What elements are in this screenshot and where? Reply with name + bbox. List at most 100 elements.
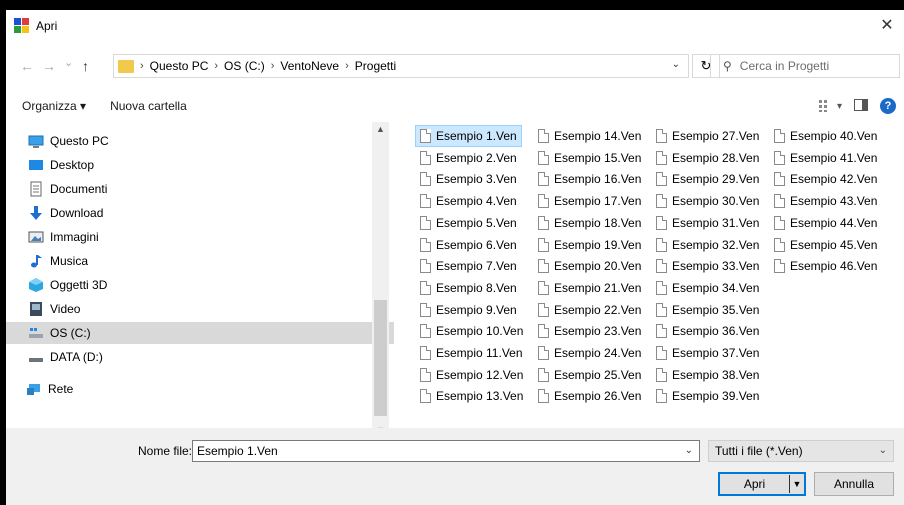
- breadcrumb-progetti[interactable]: Progetti: [355, 59, 396, 73]
- drive-d-icon: [28, 349, 44, 365]
- scrollbar-thumb[interactable]: [374, 300, 387, 416]
- file-item[interactable]: Esempio 2.Ven: [416, 148, 521, 168]
- up-arrow-icon[interactable]: ↑: [82, 58, 89, 74]
- file-item[interactable]: Esempio 13.Ven: [416, 386, 527, 406]
- file-item[interactable]: Esempio 10.Ven: [416, 321, 527, 341]
- file-item[interactable]: Esempio 35.Ven: [652, 300, 763, 320]
- images-icon: [28, 229, 44, 245]
- breadcrumb-ventoneve[interactable]: VentoNeve: [280, 59, 339, 73]
- file-item[interactable]: Esempio 11.Ven: [416, 343, 527, 363]
- address-dropdown-icon[interactable]: ⌄: [672, 59, 680, 70]
- file-item[interactable]: Esempio 19.Ven: [534, 235, 645, 255]
- file-item[interactable]: Esempio 36.Ven: [652, 321, 763, 341]
- open-button[interactable]: Apri ▼: [718, 472, 806, 496]
- close-button[interactable]: ✕: [876, 16, 898, 36]
- file-item[interactable]: Esempio 7.Ven: [416, 256, 521, 276]
- organize-menu[interactable]: Organizza ▾: [22, 99, 86, 113]
- sidebar-item-os-c[interactable]: OS (C:): [6, 322, 394, 344]
- file-item[interactable]: Esempio 25.Ven: [534, 365, 645, 385]
- sidebar-item-desktop[interactable]: Desktop: [6, 154, 394, 176]
- file-item[interactable]: Esempio 39.Ven: [652, 386, 763, 406]
- file-item[interactable]: Esempio 33.Ven: [652, 256, 763, 276]
- file-item[interactable]: Esempio 4.Ven: [416, 191, 521, 211]
- file-item[interactable]: Esempio 18.Ven: [534, 213, 645, 233]
- file-item[interactable]: Esempio 6.Ven: [416, 235, 521, 255]
- file-item[interactable]: Esempio 31.Ven: [652, 213, 763, 233]
- sidebar-item-video[interactable]: Video: [6, 298, 394, 320]
- preview-pane-icon[interactable]: [854, 98, 868, 114]
- file-name: Esempio 29.Ven: [672, 172, 760, 187]
- file-item[interactable]: Esempio 1.Ven: [415, 125, 522, 147]
- file-item[interactable]: Esempio 22.Ven: [534, 300, 645, 320]
- file-item[interactable]: Esempio 37.Ven: [652, 343, 763, 363]
- sidebar-item-data-d[interactable]: DATA (D:): [6, 346, 394, 368]
- file-name: Esempio 7.Ven: [436, 259, 517, 274]
- file-item[interactable]: Esempio 44.Ven: [770, 213, 881, 233]
- recent-locations-icon[interactable]: ⌄: [64, 56, 73, 69]
- file-item[interactable]: Esempio 9.Ven: [416, 300, 521, 320]
- address-bar[interactable]: › Questo PC › OS (C:) › VentoNeve › Prog…: [113, 54, 689, 78]
- file-item[interactable]: Esempio 17.Ven: [534, 191, 645, 211]
- filename-dropdown-icon[interactable]: ⌄: [685, 445, 693, 456]
- file-item[interactable]: Esempio 38.Ven: [652, 365, 763, 385]
- file-name: Esempio 17.Ven: [554, 194, 642, 209]
- breadcrumb-questo-pc[interactable]: Questo PC: [150, 59, 209, 73]
- file-item[interactable]: Esempio 23.Ven: [534, 321, 645, 341]
- back-arrow-icon[interactable]: ←: [20, 58, 34, 74]
- file-item[interactable]: Esempio 28.Ven: [652, 148, 763, 168]
- file-item[interactable]: Esempio 27.Ven: [652, 126, 763, 146]
- file-item[interactable]: Esempio 12.Ven: [416, 365, 527, 385]
- file-item[interactable]: Esempio 32.Ven: [652, 235, 763, 255]
- file-item[interactable]: Esempio 15.Ven: [534, 148, 645, 168]
- search-input[interactable]: ⚲ Cerca in Progetti: [710, 54, 900, 78]
- sidebar-item-questo-pc[interactable]: Questo PC: [6, 130, 394, 152]
- file-item[interactable]: Esempio 8.Ven: [416, 278, 521, 298]
- help-icon[interactable]: ?: [880, 98, 896, 114]
- file-item[interactable]: Esempio 43.Ven: [770, 191, 881, 211]
- file-item[interactable]: Esempio 20.Ven: [534, 256, 645, 276]
- sidebar-item-rete[interactable]: Rete: [6, 378, 392, 400]
- file-item[interactable]: Esempio 40.Ven: [770, 126, 881, 146]
- file-item[interactable]: Esempio 24.Ven: [534, 343, 645, 363]
- sidebar-item-label: Musica: [50, 254, 89, 268]
- open-dialog: Apri ✕ ← → ⌄ ↑ › Questo PC › OS (C:) › V…: [6, 10, 904, 505]
- file-item[interactable]: Esempio 16.Ven: [534, 169, 645, 189]
- file-name: Esempio 12.Ven: [436, 367, 524, 382]
- new-folder-button[interactable]: Nuova cartella: [110, 99, 187, 113]
- file-item[interactable]: Esempio 42.Ven: [770, 169, 881, 189]
- file-icon: [656, 129, 667, 143]
- forward-arrow-icon[interactable]: →: [42, 58, 56, 74]
- sidebar-item-download[interactable]: Download: [6, 202, 394, 224]
- file-item[interactable]: Esempio 30.Ven: [652, 191, 763, 211]
- file-item[interactable]: Esempio 26.Ven: [534, 386, 645, 406]
- file-item[interactable]: Esempio 41.Ven: [770, 148, 881, 168]
- view-options-icon[interactable]: ▾: [818, 100, 842, 112]
- file-type-select[interactable]: Tutti i file (*.Ven) ⌄: [708, 440, 894, 462]
- file-name: Esempio 37.Ven: [672, 346, 760, 360]
- file-name: Esempio 40.Ven: [790, 129, 878, 143]
- file-item[interactable]: Esempio 46.Ven: [770, 256, 881, 276]
- scroll-up-icon[interactable]: ▲: [372, 124, 389, 134]
- network-icon: [26, 381, 42, 397]
- file-item[interactable]: Esempio 45.Ven: [770, 235, 881, 255]
- file-item[interactable]: Esempio 21.Ven: [534, 278, 645, 298]
- sidebar-scrollbar[interactable]: ▲ ▼: [372, 122, 389, 440]
- file-icon: [538, 346, 549, 360]
- file-item[interactable]: Esempio 5.Ven: [416, 213, 521, 233]
- file-icon: [420, 172, 431, 187]
- sidebar-item-immagini[interactable]: Immagini: [6, 226, 394, 248]
- search-icon: ⚲: [723, 59, 732, 73]
- file-item[interactable]: Esempio 14.Ven: [534, 126, 645, 146]
- file-item[interactable]: Esempio 29.Ven: [652, 169, 763, 189]
- file-icon: [656, 259, 667, 274]
- sidebar-item-documenti[interactable]: Documenti: [6, 178, 394, 200]
- sidebar-item-musica[interactable]: Musica: [6, 250, 394, 272]
- open-options-dropdown-icon[interactable]: ▼: [789, 475, 804, 493]
- breadcrumb-os-c[interactable]: OS (C:): [224, 59, 265, 73]
- sidebar-item-oggetti-3d[interactable]: Oggetti 3D: [6, 274, 394, 296]
- file-name: Esempio 27.Ven: [672, 129, 760, 143]
- file-item[interactable]: Esempio 3.Ven: [416, 169, 521, 189]
- cancel-button[interactable]: Annulla: [814, 472, 894, 496]
- file-item[interactable]: Esempio 34.Ven: [652, 278, 763, 298]
- filename-input[interactable]: Esempio 1.Ven ⌄: [192, 440, 700, 462]
